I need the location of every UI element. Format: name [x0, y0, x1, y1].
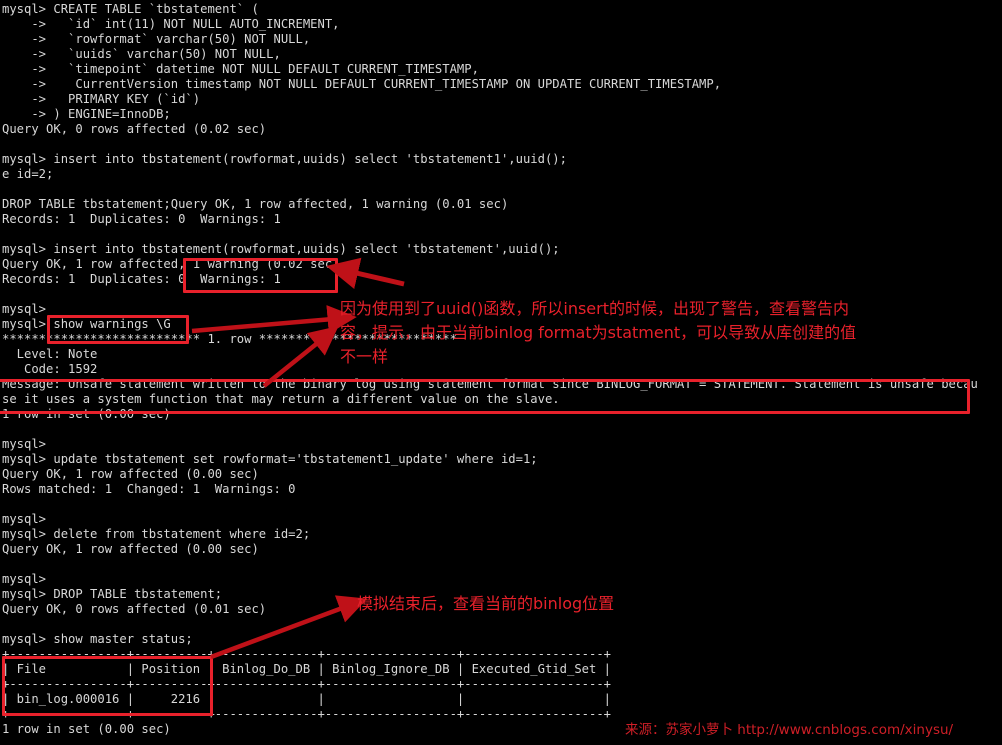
terminal-line: se it uses a system function that may re… — [2, 392, 560, 406]
terminal-line: -> CurrentVersion timestamp NOT NULL DEF… — [2, 77, 722, 91]
terminal-line: Rows matched: 1 Changed: 1 Warnings: 0 — [2, 482, 296, 496]
terminal-line: Level: Note — [2, 347, 98, 361]
terminal-line: -> `rowformat` varchar(50) NOT NULL, — [2, 32, 311, 46]
terminal-output[interactable]: mysql> CREATE TABLE `tbstatement` ( -> `… — [0, 0, 1002, 745]
terminal-line: 1 row in set (0.00 sec) — [2, 722, 171, 736]
terminal-line: Query OK, 1 row affected, 1 warning (0.0… — [2, 257, 340, 271]
terminal-line: mysql> show warnings \G — [2, 317, 171, 331]
terminal-line: Query OK, 1 row affected (0.00 sec) — [2, 467, 259, 481]
terminal-line: 1 row in set (0.00 sec) — [2, 407, 171, 421]
terminal-line: mysql> — [2, 512, 47, 526]
terminal-line: +----------------+----------+-----------… — [2, 647, 612, 661]
terminal-line: mysql> — [2, 572, 47, 586]
terminal-line: +----------------+----------+-----------… — [2, 677, 612, 691]
terminal-line: +----------------+----------+-----------… — [2, 707, 612, 721]
terminal-line: mysql> update tbstatement set rowformat=… — [2, 452, 538, 466]
terminal-line: | bin_log.000016 | 2216 | | | | — [2, 692, 612, 706]
terminal-line: Query OK, 0 rows affected (0.01 sec) — [2, 602, 267, 616]
terminal-line: -> PRIMARY KEY (`id`) — [2, 92, 201, 106]
terminal-line: Code: 1592 — [2, 362, 98, 376]
terminal-line: -> `uuids` varchar(50) NOT NULL, — [2, 47, 281, 61]
terminal-line: Message: Unsafe statement written to the… — [2, 377, 978, 391]
terminal-line: e id=2; — [2, 167, 54, 181]
terminal-line: Query OK, 0 rows affected (0.02 sec) — [2, 122, 267, 136]
terminal-line: mysql> CREATE TABLE `tbstatement` ( — [2, 2, 259, 16]
terminal-line: Records: 1 Duplicates: 0 Warnings: 1 — [2, 212, 281, 226]
terminal-line: mysql> — [2, 437, 47, 451]
terminal-line: mysql> delete from tbstatement where id=… — [2, 527, 311, 541]
terminal-line: Records: 1 Duplicates: 0 Warnings: 1 — [2, 272, 281, 286]
terminal-line: DROP TABLE tbstatement;Query OK, 1 row a… — [2, 197, 509, 211]
terminal-line: mysql> insert into tbstatement(rowformat… — [2, 152, 567, 166]
terminal-line: Query OK, 1 row affected (0.00 sec) — [2, 542, 259, 556]
terminal-line: -> `id` int(11) NOT NULL AUTO_INCREMENT, — [2, 17, 340, 31]
terminal-line: mysql> — [2, 302, 47, 316]
terminal-line: -> `timepoint` datetime NOT NULL DEFAULT… — [2, 62, 479, 76]
terminal-line: *************************** 1. row *****… — [2, 332, 457, 346]
terminal-line: -> ) ENGINE=InnoDB; — [2, 107, 171, 121]
terminal-line: mysql> DROP TABLE tbstatement; — [2, 587, 223, 601]
terminal-line: mysql> show master status; — [2, 632, 193, 646]
terminal-line: mysql> insert into tbstatement(rowformat… — [2, 242, 560, 256]
terminal-line: | File | Position | Binlog_Do_DB | Binlo… — [2, 662, 612, 676]
